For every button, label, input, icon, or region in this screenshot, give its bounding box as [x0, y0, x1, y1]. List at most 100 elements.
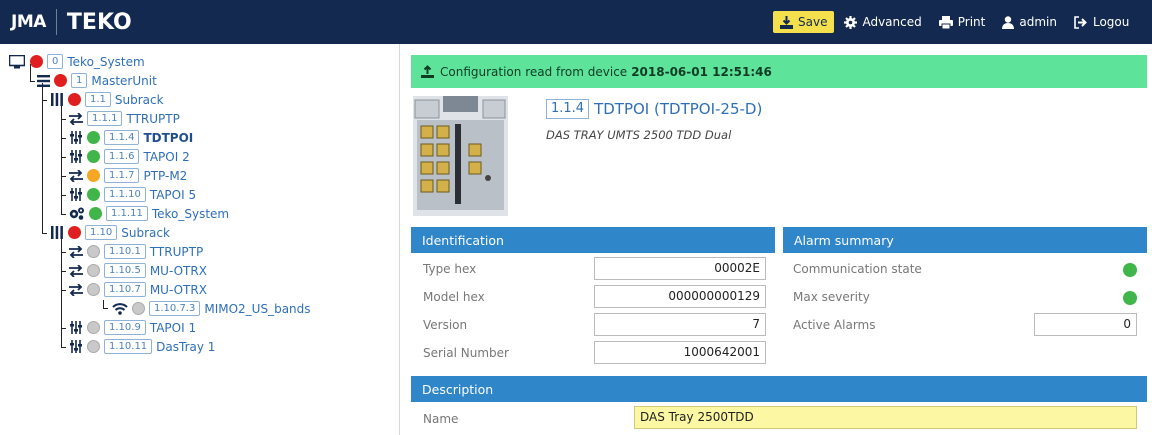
- tree-node-1-1-10[interactable]: 1.1.10 TAPOI 5: [69, 185, 196, 204]
- tree-connector: [61, 119, 66, 120]
- node-id-badge: 1.10.7: [104, 282, 146, 297]
- tree-node-master-unit[interactable]: 1 MasterUnit: [36, 71, 157, 90]
- node-id-badge: 1.10.1: [104, 244, 146, 259]
- tree-node-1-1-7[interactable]: 1.1.7 PTP-M2: [69, 166, 187, 185]
- user-icon: [1002, 15, 1015, 29]
- node-label: MU-OTRX: [149, 282, 207, 297]
- status-dot: [87, 321, 100, 334]
- serial-number-field[interactable]: 1000642001: [594, 341, 766, 364]
- tree-node-teko-system[interactable]: 0 Teko_System: [8, 52, 145, 71]
- type-hex-label: Type hex: [423, 262, 477, 276]
- name-field[interactable]: DAS Tray 2500TDD: [634, 406, 1137, 429]
- identification-header: Identification: [411, 227, 775, 253]
- tree-connector: [61, 176, 66, 177]
- top-nav: Save Advanced Print admin Logou: [773, 11, 1129, 33]
- communication-state-indicator: [1123, 263, 1137, 277]
- node-id-badge: 0: [47, 54, 64, 69]
- node-label: MIMO2_US_bands: [204, 301, 311, 316]
- tree-connector: [42, 83, 43, 233]
- device-description: DAS TRAY UMTS 2500 TDD Dual: [546, 128, 732, 142]
- description-title: Description: [422, 381, 494, 397]
- name-label: Name: [423, 412, 459, 426]
- status-dot: [54, 74, 67, 87]
- logout-button[interactable]: Logou: [1074, 15, 1129, 29]
- download-icon: [780, 15, 793, 29]
- status-dot: [87, 169, 100, 182]
- arrows-icon: [69, 112, 83, 126]
- node-label: TTRUPTP: [126, 111, 180, 126]
- arrows-icon: [69, 169, 83, 183]
- identification-title: Identification: [422, 232, 504, 248]
- logout-icon: [1074, 15, 1087, 29]
- status-dot: [87, 264, 100, 277]
- node-label: TTRUPTP: [149, 244, 204, 259]
- node-id-badge: 1.1: [85, 92, 111, 107]
- status-dot: [89, 207, 102, 220]
- status-dot: [87, 188, 100, 201]
- node-id-badge: 1.10.5: [104, 263, 146, 278]
- tree-node-1-10-11[interactable]: 1.10.11 DasTray 1: [69, 337, 215, 356]
- sliders-icon: [69, 321, 83, 335]
- version-field[interactable]: 7: [594, 313, 766, 336]
- subrack-icon: [50, 93, 64, 107]
- tree-node-1-1-6[interactable]: 1.1.6 TAPOI 2: [69, 147, 190, 166]
- node-label: TDTPOI: [143, 130, 194, 145]
- node-label: TAPOI 1: [149, 320, 197, 335]
- node-label: Subrack: [114, 92, 164, 107]
- tree-connector: [61, 138, 66, 139]
- print-button[interactable]: Print: [938, 15, 985, 29]
- node-label: DasTray 1: [156, 339, 216, 354]
- alarm-summary-title: Alarm summary: [794, 232, 894, 248]
- user-label: admin: [1019, 15, 1057, 29]
- user-menu[interactable]: admin: [1002, 15, 1057, 29]
- advanced-button[interactable]: Advanced: [844, 15, 922, 29]
- model-hex-label: Model hex: [423, 290, 485, 304]
- node-label: TAPOI 2: [143, 149, 190, 164]
- node-label: PTP-M2: [143, 168, 188, 183]
- type-hex-field[interactable]: 00002E: [594, 257, 766, 280]
- active-alarms-label: Active Alarms: [793, 318, 876, 332]
- tree-connector: [103, 308, 108, 309]
- device-name: TDTPOI (TDTPOI-25-D): [594, 100, 763, 118]
- device-id-badge: 1.1.4: [546, 99, 590, 119]
- tree-connector: [103, 300, 104, 308]
- node-label: Teko_System: [151, 206, 230, 221]
- gear-icon: [844, 15, 858, 29]
- tree-node-subrack-1-1[interactable]: 1.1 Subrack: [50, 90, 164, 109]
- tree-node-1-10-7-3[interactable]: 1.10.7.3 MIMO2_US_bands: [112, 299, 311, 318]
- max-severity-indicator: [1123, 291, 1137, 305]
- tree-node-1-10-5[interactable]: 1.10.5 MU-OTRX: [69, 261, 207, 280]
- node-id-badge: 1.1.4: [104, 130, 140, 145]
- status-dot: [87, 131, 100, 144]
- tree-node-1-10-7[interactable]: 1.10.7 MU-OTRX: [69, 280, 207, 299]
- tree-connector: [61, 290, 66, 291]
- top-bar: JMA TEKO Save Advanced Print admin Logou: [0, 0, 1152, 44]
- active-alarms-field[interactable]: 0: [1034, 313, 1137, 336]
- advanced-label: Advanced: [862, 15, 922, 29]
- description-header: Description: [411, 376, 1147, 402]
- tree-connector: [61, 271, 66, 272]
- logo: JMA TEKO: [0, 0, 132, 44]
- status-alert: Configuration read from device 2018-06-0…: [411, 55, 1147, 88]
- node-label: MU-OTRX: [149, 263, 207, 278]
- tree-connector: [42, 233, 47, 234]
- arrows-icon: [69, 264, 83, 278]
- tree-node-1-10-9[interactable]: 1.10.9 TAPOI 1: [69, 318, 196, 337]
- logo-separator: [55, 9, 57, 35]
- tree-node-1-10-1[interactable]: 1.10.1 TTRUPTP: [69, 242, 203, 261]
- tree-node-1-1-11[interactable]: 1.1.11 Teko_System: [69, 204, 229, 223]
- save-button[interactable]: Save: [773, 11, 835, 33]
- tree-node-subrack-1-10[interactable]: 1.10 Subrack: [50, 223, 170, 242]
- status-dot: [87, 283, 100, 296]
- status-dot: [87, 150, 100, 163]
- sliders-icon: [69, 131, 83, 145]
- model-hex-field[interactable]: 000000000129: [594, 285, 766, 308]
- subrack-icon: [50, 226, 64, 240]
- list-icon: [36, 74, 50, 88]
- tree-node-1-1-4[interactable]: 1.1.4 TDTPOI: [69, 128, 193, 147]
- node-id-badge: 1.10: [85, 225, 118, 240]
- tree-node-1-1-1[interactable]: 1.1.1 TTRUPTP: [69, 109, 180, 128]
- status-dot: [87, 340, 100, 353]
- sliders-icon: [69, 340, 83, 354]
- tree-connector: [61, 347, 66, 348]
